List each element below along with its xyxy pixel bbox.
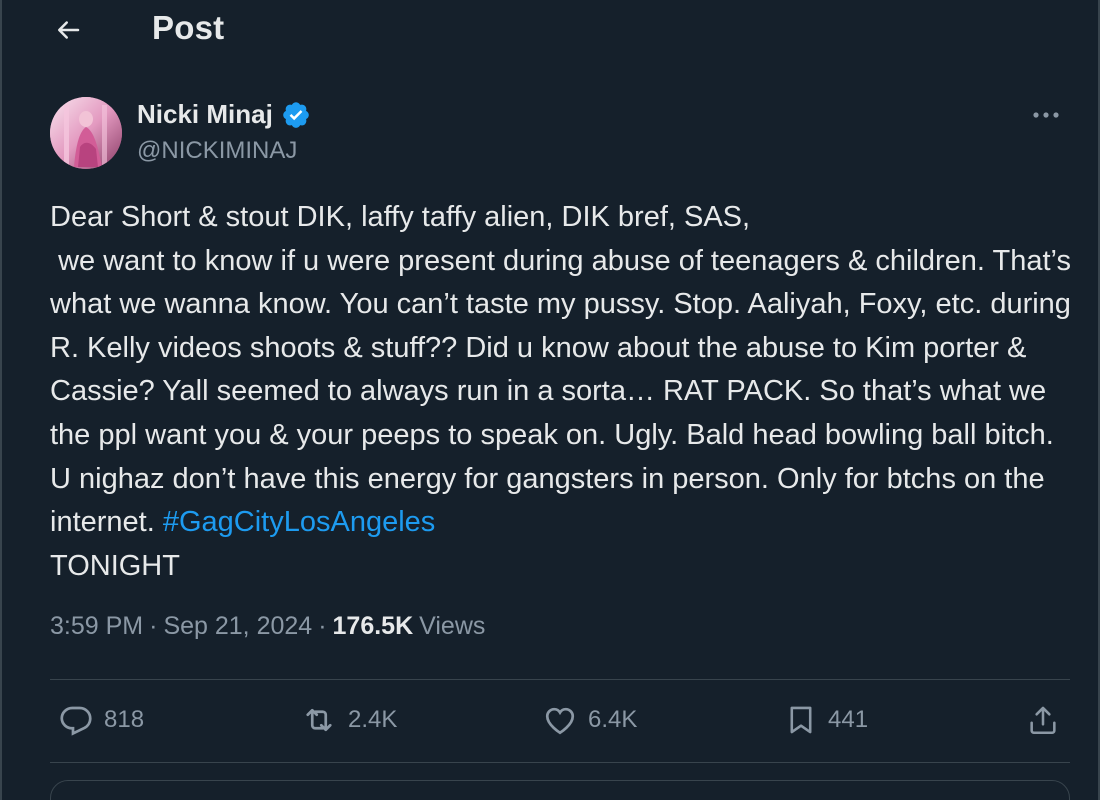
verified-badge-icon[interactable] (281, 100, 311, 130)
meta-separator-2: · (318, 612, 327, 640)
views-count: 176.5K (332, 612, 414, 640)
post-time[interactable]: 3:59 PM (50, 612, 143, 641)
hashtag-link[interactable]: #GagCityLosAngeles (163, 506, 435, 538)
post-text-tail: TONIGHT (50, 549, 180, 582)
bookmark-icon (790, 706, 812, 734)
post-author: Nicki Minaj @NICKIMINAJ (50, 97, 1070, 171)
repost-icon (306, 708, 332, 732)
share-button[interactable] (1026, 702, 1060, 738)
action-bar: 818 2.4K 6.4K 441 (50, 690, 1070, 756)
views-label: Views (419, 612, 486, 640)
post-date[interactable]: Sep 21, 2024 (163, 612, 312, 641)
author-name[interactable]: Nicki Minaj (137, 99, 273, 130)
bookmark-count: 441 (828, 706, 869, 733)
reply-count: 818 (104, 706, 145, 733)
author-handle[interactable]: @NICKIMINAJ (137, 137, 297, 165)
divider-bottom (50, 762, 1070, 763)
page-title: Post (152, 9, 225, 46)
header: Post (0, 0, 1100, 58)
repost-button[interactable]: 2.4K (300, 702, 397, 738)
author-name-row: Nicki Minaj (137, 99, 311, 130)
like-button[interactable]: 6.4K (542, 702, 637, 738)
post-text-main: Dear Short & stout DIK, laffy taffy alie… (50, 201, 1071, 539)
left-column-border (0, 0, 2, 800)
share-icon (1030, 706, 1056, 735)
repost-count: 2.4K (348, 706, 398, 733)
more-options-button[interactable] (1026, 103, 1066, 127)
more-dots-icon (1033, 112, 1059, 118)
reply-button[interactable]: 818 (58, 702, 144, 738)
avatar[interactable] (50, 97, 122, 169)
post-meta: 3:59 PM · Sep 21, 2024 · 176.5K Views (50, 612, 485, 641)
like-icon (545, 707, 575, 735)
post-page: Post Nicki Minaj @NICKIMINAJ Dear Short … (0, 0, 1100, 800)
post-text: Dear Short & stout DIK, laffy taffy alie… (50, 196, 1080, 588)
like-count: 6.4K (588, 706, 638, 733)
divider-top (50, 679, 1070, 680)
reply-composer[interactable] (50, 780, 1070, 800)
back-arrow-icon (58, 21, 80, 39)
bookmark-button[interactable]: 441 (784, 702, 868, 738)
avatar-image (50, 97, 122, 169)
meta-separator: · (149, 612, 158, 640)
back-button[interactable] (48, 10, 88, 50)
reply-icon (60, 706, 92, 736)
